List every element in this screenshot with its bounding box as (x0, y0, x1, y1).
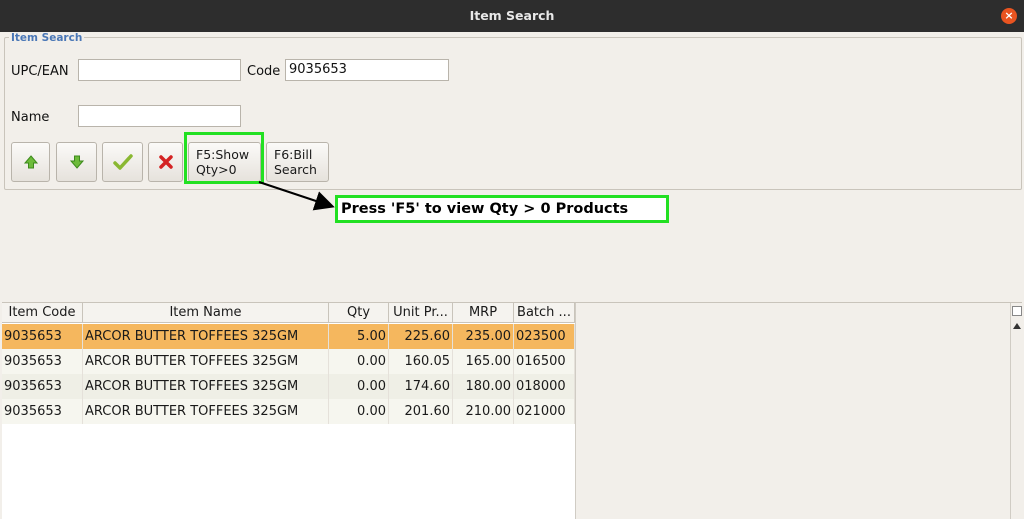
cell-batch: 018000 (514, 374, 575, 399)
cell-qty: 0.00 (329, 374, 389, 399)
f6-label-line2: Search (274, 162, 317, 177)
close-icon[interactable]: × (1001, 8, 1017, 24)
cell-mrp: 210.00 (453, 399, 514, 424)
col-header-qty[interactable]: Qty (329, 303, 389, 323)
cell-qty: 0.00 (329, 399, 389, 424)
col-header-unit-price[interactable]: Unit Pr... (389, 303, 453, 323)
cell-item-code: 9035653 (2, 399, 83, 424)
col-header-item-code[interactable]: Item Code (2, 303, 83, 323)
f6-label-line1: F6:Bill (274, 147, 313, 162)
cell-batch: 016500 (514, 349, 575, 374)
col-header-batch[interactable]: Batch ... (514, 303, 575, 323)
scroll-up-icon[interactable] (1013, 323, 1021, 329)
code-input[interactable]: 9035653 (285, 59, 449, 81)
check-icon (112, 154, 133, 170)
cell-qty: 0.00 (329, 349, 389, 374)
move-up-button[interactable] (11, 142, 50, 182)
cell-qty: 5.00 (329, 324, 389, 349)
move-down-button[interactable] (56, 142, 97, 182)
results-grid: Item Code Item Name Qty Unit Pr... MRP B… (2, 303, 575, 519)
annotation-callout: Press 'F5' to view Qty > 0 Products (335, 195, 669, 223)
accept-button[interactable] (102, 142, 143, 182)
f6-bill-search-button[interactable]: F6:Bill Search (266, 142, 329, 182)
results-table-area: Item Code Item Name Qty Unit Pr... MRP B… (2, 302, 1022, 519)
cell-mrp: 165.00 (453, 349, 514, 374)
f5-highlight-box (184, 132, 264, 184)
name-label: Name (11, 110, 50, 125)
cell-unit-price: 160.05 (389, 349, 453, 374)
cell-batch: 021000 (514, 399, 575, 424)
table-row[interactable]: 9035653 ARCOR BUTTER TOFFEES 325GM 0.00 … (2, 349, 575, 374)
upc-input[interactable] (78, 59, 241, 81)
cell-batch: 023500 (514, 324, 575, 349)
arrow-down-icon (69, 155, 84, 169)
group-legend: Item Search (9, 32, 85, 44)
cell-item-name: ARCOR BUTTER TOFFEES 325GM (83, 349, 329, 374)
empty-detail-pane (575, 303, 1010, 519)
column-config-icon[interactable] (1012, 306, 1022, 316)
cell-item-code: 9035653 (2, 374, 83, 399)
cell-unit-price: 174.60 (389, 374, 453, 399)
cell-item-name: ARCOR BUTTER TOFFEES 325GM (83, 399, 329, 424)
col-header-mrp[interactable]: MRP (453, 303, 514, 323)
cell-mrp: 180.00 (453, 374, 514, 399)
window-title: Item Search (469, 8, 555, 23)
cancel-button[interactable] (148, 142, 183, 182)
col-header-item-name[interactable]: Item Name (83, 303, 329, 323)
arrow-up-icon (23, 155, 38, 169)
cell-unit-price: 225.60 (389, 324, 453, 349)
cross-icon (158, 155, 173, 169)
table-row[interactable]: 9035653 ARCOR BUTTER TOFFEES 325GM 5.00 … (2, 324, 575, 349)
table-row[interactable]: 9035653 ARCOR BUTTER TOFFEES 325GM 0.00 … (2, 399, 575, 424)
cell-item-code: 9035653 (2, 324, 83, 349)
upc-label: UPC/EAN (11, 64, 69, 79)
cell-mrp: 235.00 (453, 324, 514, 349)
cell-item-code: 9035653 (2, 349, 83, 374)
window-body: Item Search UPC/EAN Code 9035653 Name F5… (0, 32, 1024, 519)
code-label: Code (247, 64, 281, 79)
name-input[interactable] (78, 105, 241, 127)
vertical-scrollbar[interactable] (1010, 303, 1022, 519)
title-bar: Item Search × (0, 0, 1024, 32)
cell-item-name: ARCOR BUTTER TOFFEES 325GM (83, 374, 329, 399)
cell-unit-price: 201.60 (389, 399, 453, 424)
cell-item-name: ARCOR BUTTER TOFFEES 325GM (83, 324, 329, 349)
table-row[interactable]: 9035653 ARCOR BUTTER TOFFEES 325GM 0.00 … (2, 374, 575, 399)
